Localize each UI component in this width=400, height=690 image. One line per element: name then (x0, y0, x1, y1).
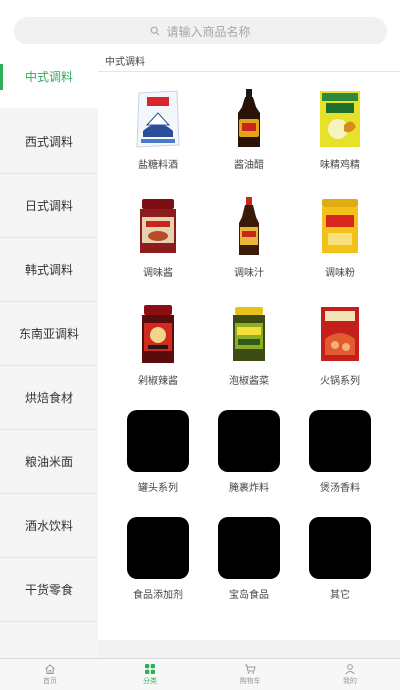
category-label: 剁椒辣酱 (138, 376, 178, 387)
sidebar-item-western-seasoning[interactable]: 西式调料 (0, 110, 98, 174)
tab-label: 分类 (143, 677, 157, 685)
tab-label: 购物车 (239, 677, 261, 685)
sidebar-item-label: 烘焙食材 (24, 391, 73, 405)
category-tile[interactable]: 煲汤香料 (295, 410, 385, 494)
search-bar-area: 请输入商品名称 (0, 0, 400, 45)
pickle-jar-image (218, 303, 280, 365)
app: 请输入商品名称 中式调料 西式调料 日式调料 韩式调料 东南亚调料 烘焙食材 粮… (0, 0, 400, 690)
category-icon (145, 664, 155, 674)
category-label: 其它 (330, 590, 350, 601)
sidebar-item-label: 西式调料 (24, 135, 73, 149)
category-label: 火锅系列 (320, 376, 360, 387)
category-label: 味精鸡精 (320, 160, 360, 171)
user-icon (345, 664, 355, 675)
category-label: 盐糖料酒 (138, 160, 178, 171)
sidebar-item-label: 东南亚调料 (18, 327, 79, 341)
sidebar-item-label: 韩式调料 (24, 263, 73, 277)
section-divider (98, 71, 400, 72)
category-label: 宝岛食品 (229, 590, 269, 601)
category-label: 腌裹炸料 (229, 483, 269, 494)
category-tile[interactable]: 宝岛食品 (204, 517, 294, 601)
category-image-placeholder (218, 517, 280, 579)
sidebar-item-drinks[interactable]: 酒水饮料 (0, 494, 98, 558)
category-sidebar: 中式调料 西式调料 日式调料 韩式调料 东南亚调料 烘焙食材 粮油米面 酒水饮料… (0, 44, 98, 658)
oyster-sauce-bottle-image (218, 195, 280, 257)
category-tile[interactable]: 食品添加剂 (113, 517, 203, 601)
category-content: 中式调料 盐糖料酒 酱油醋 味精鸡精 调味酱 调味汁 调味粉 剁椒辣酱 泡椒酱菜… (98, 44, 400, 640)
sidebar-item-korean-seasoning[interactable]: 韩式调料 (0, 238, 98, 302)
category-tile[interactable]: 火锅系列 (295, 303, 385, 387)
hotpot-pack-image (309, 303, 371, 365)
sidebar-item-grain-oil[interactable]: 粮油米面 (0, 430, 98, 494)
cart-icon (245, 664, 256, 674)
sidebar-item-southeast-asian-seasoning[interactable]: 东南亚调料 (0, 302, 98, 366)
sidebar-item-label: 粮油米面 (24, 455, 73, 469)
sidebar-item-dry-goods[interactable]: 干货零食 (0, 558, 98, 622)
category-label: 食品添加剂 (133, 590, 183, 601)
category-tile[interactable]: 酱油醋 (204, 87, 294, 171)
category-image-placeholder (218, 410, 280, 472)
powder-tub-image (309, 195, 371, 257)
sidebar-item-japanese-seasoning[interactable]: 日式调料 (0, 174, 98, 238)
category-image-placeholder (309, 410, 371, 472)
category-tile[interactable]: 盐糖料酒 (113, 87, 203, 171)
category-image-placeholder (309, 517, 371, 579)
sidebar-item-label: 酒水饮料 (24, 519, 73, 533)
soy-sauce-bottle-image (218, 87, 280, 149)
category-image-placeholder (127, 410, 189, 472)
category-label: 罐头系列 (138, 483, 178, 494)
category-tile[interactable]: 调味汁 (204, 195, 294, 279)
category-label: 煲汤香料 (320, 483, 360, 494)
salt-bag-image (127, 87, 189, 149)
search-icon (151, 26, 160, 36)
category-label: 调味酱 (143, 268, 173, 279)
sidebar-item-label: 日式调料 (24, 199, 73, 213)
tab-category[interactable]: 分类 (100, 659, 200, 690)
search-placeholder: 请输入商品名称 (166, 24, 251, 39)
category-tile[interactable]: 罐头系列 (113, 410, 203, 494)
category-label: 调味汁 (234, 268, 264, 279)
category-tile[interactable]: 剁椒辣酱 (113, 303, 203, 387)
category-image-placeholder (127, 517, 189, 579)
chili-sauce-jar-image (127, 303, 189, 365)
category-label: 酱油醋 (234, 160, 264, 171)
category-tile[interactable]: 泡椒酱菜 (204, 303, 294, 387)
category-label: 泡椒酱菜 (229, 376, 269, 387)
category-tile[interactable]: 调味酱 (113, 195, 203, 279)
bottom-tab-bar: 首页 分类 购物车 我的 (0, 658, 400, 690)
tab-label: 首页 (43, 677, 57, 685)
tab-home[interactable]: 首页 (0, 659, 100, 690)
sidebar-item-label: 干货零食 (24, 583, 73, 597)
search-input[interactable]: 请输入商品名称 (14, 17, 387, 45)
category-tile[interactable]: 其它 (295, 517, 385, 601)
tab-profile[interactable]: 我的 (300, 659, 400, 690)
tab-cart[interactable]: 购物车 (200, 659, 300, 690)
sidebar-item-chinese-seasoning[interactable]: 中式调料 (0, 44, 98, 108)
category-tile[interactable]: 腌裹炸料 (204, 410, 294, 494)
sidebar-item-baking[interactable]: 烘焙食材 (0, 366, 98, 430)
category-label: 调味粉 (325, 268, 355, 279)
msg-bag-image (309, 87, 371, 149)
home-icon (45, 664, 55, 674)
section-title: 中式调料 (105, 57, 145, 68)
sauce-jar-image (127, 195, 189, 257)
sidebar-item-label: 中式调料 (24, 69, 73, 84)
tab-label: 我的 (343, 677, 357, 685)
category-tile[interactable]: 味精鸡精 (295, 87, 385, 171)
category-tile[interactable]: 调味粉 (295, 195, 385, 279)
